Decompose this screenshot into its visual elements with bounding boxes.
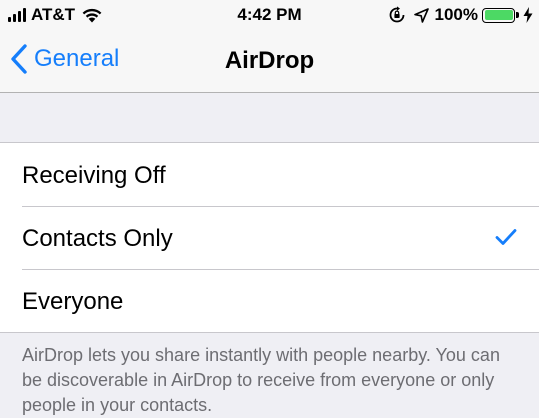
airdrop-options-list: Receiving Off Contacts Only Everyone xyxy=(0,142,539,333)
battery-fill xyxy=(484,10,513,20)
option-everyone[interactable]: Everyone xyxy=(0,269,539,332)
page-title: AirDrop xyxy=(224,47,315,74)
option-label: Contacts Only xyxy=(22,225,173,252)
option-label: Receiving Off xyxy=(22,162,166,189)
option-contacts-only[interactable]: Contacts Only xyxy=(0,206,539,269)
battery-percent: 100% xyxy=(434,5,478,24)
navigation-bar: General AirDrop xyxy=(0,30,539,93)
location-arrow-icon xyxy=(413,7,429,23)
battery-cap xyxy=(516,12,519,18)
status-bar: AT&T 4:42 PM 100% xyxy=(0,0,539,30)
option-label: Everyone xyxy=(22,288,124,315)
battery-icon xyxy=(482,7,515,23)
option-receiving-off[interactable]: Receiving Off xyxy=(0,143,539,206)
status-right: 100% xyxy=(388,5,533,25)
checkmark-icon xyxy=(495,229,517,245)
orientation-lock-icon xyxy=(389,6,404,23)
charging-bolt-icon xyxy=(523,7,533,23)
section-footer-text: AirDrop lets you share instantly with pe… xyxy=(22,345,500,415)
